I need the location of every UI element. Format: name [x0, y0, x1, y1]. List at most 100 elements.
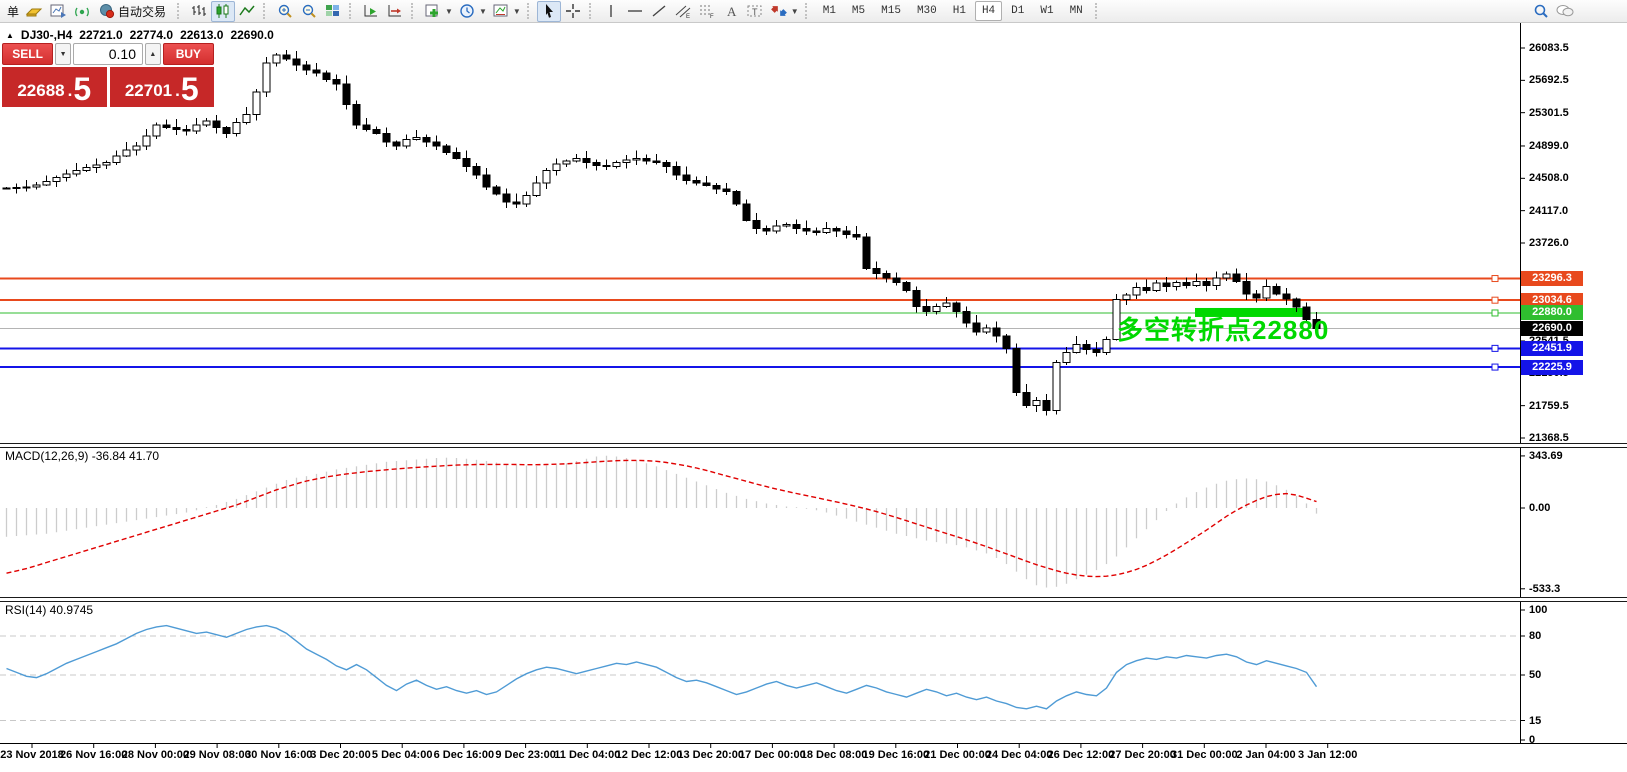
chart-ohlc-header: ▲ DJ30-,H4 22721.0 22774.0 22613.0 22690…	[6, 28, 274, 42]
sell-button[interactable]: SELL	[2, 43, 53, 65]
tab-w1[interactable]: W1	[1033, 1, 1060, 21]
vertical-line-icon[interactable]	[599, 1, 623, 22]
time-axis-label: 23 Nov 2018	[0, 749, 64, 761]
toolbar: 单 自动交易 ▼ ▼ ▼ E F A T ▼ M1 M5 M15 M30 H1 …	[0, 0, 1627, 23]
periods-icon[interactable]	[455, 1, 479, 22]
toolbar-grip	[527, 3, 534, 19]
time-axis-label: 24 Dec 04:00	[986, 749, 1053, 761]
svg-text:F: F	[710, 14, 714, 19]
price-axis-tick: 25301.5	[1529, 107, 1569, 119]
buy-price-sep: .	[175, 78, 180, 104]
time-axis-label: 11 Dec 04:00	[554, 749, 620, 761]
rsi-indicator-label: RSI(14) 40.9745	[5, 603, 93, 617]
price-axis-tick: 21759.5	[1529, 400, 1569, 412]
toolbar-grip	[411, 3, 418, 19]
chart-window[interactable]: ▲ DJ30-,H4 22721.0 22774.0 22613.0 22690…	[0, 23, 1627, 772]
chat-icon[interactable]	[1553, 1, 1577, 22]
buy-price-box[interactable]: 22701.5	[110, 67, 215, 107]
tab-h1[interactable]: H1	[946, 1, 973, 21]
one-click-trading-panel: SELL ▼ ▲ BUY 22688.5 22701.5	[2, 43, 214, 107]
fibonacci-icon[interactable]: F	[695, 1, 719, 22]
search-icon[interactable]	[1529, 1, 1553, 22]
chart-canvas[interactable]	[0, 23, 1627, 772]
svg-text:T: T	[752, 7, 758, 17]
tab-m30[interactable]: M30	[910, 1, 944, 21]
pivot-annotation-text[interactable]: 多空转折点22880	[1117, 310, 1329, 347]
bar-chart-icon[interactable]	[187, 1, 211, 22]
toolbar-grip	[177, 3, 184, 19]
buy-button[interactable]: BUY	[163, 43, 214, 65]
rsi-axis-tick: 15	[1529, 715, 1541, 727]
chart-shift-icon[interactable]	[383, 1, 407, 22]
price-axis-tick: 24899.0	[1529, 140, 1569, 152]
collapse-panel-icon[interactable]: ▲	[6, 31, 14, 40]
line-chart-icon[interactable]	[235, 1, 259, 22]
chevron-down-icon[interactable]: ▼	[513, 7, 521, 16]
time-axis-label: 27 Dec 20:00	[1109, 749, 1176, 761]
symbol-period-label: DJ30-,H4	[21, 28, 72, 42]
price-axis-tick: 25692.5	[1529, 74, 1569, 86]
sell-price-box[interactable]: 22688.5	[2, 67, 107, 107]
horizontal-line-icon[interactable]	[623, 1, 647, 22]
time-axis-label: 5 Dec 04:00	[372, 749, 433, 761]
macd-axis-tick: 0.00	[1529, 502, 1550, 514]
time-axis-label: 30 Nov 16:00	[245, 749, 312, 761]
text-icon[interactable]: A	[719, 1, 743, 22]
price-badge: 22451.9	[1521, 341, 1583, 356]
time-axis-label: 28 Nov 00:00	[122, 749, 189, 761]
time-axis-label: 26 Dec 12:00	[1048, 749, 1115, 761]
new-order-gold-icon[interactable]	[22, 1, 46, 22]
crosshair-icon[interactable]	[561, 1, 585, 22]
chevron-down-icon[interactable]: ▼	[479, 7, 487, 16]
tile-windows-icon[interactable]	[321, 1, 345, 22]
tab-m5[interactable]: M5	[845, 1, 872, 21]
text-label-icon[interactable]: T	[743, 1, 767, 22]
rsi-pane-splitter[interactable]	[0, 597, 1627, 602]
chevron-down-icon[interactable]: ▼	[791, 7, 799, 16]
svg-text:E: E	[686, 14, 690, 19]
time-axis-label: 17 Dec 00:00	[739, 749, 806, 761]
price-axis-tick: 24117.0	[1529, 205, 1568, 217]
zoom-in-icon[interactable]	[273, 1, 297, 22]
time-axis-label: 3 Jan 12:00	[1298, 749, 1357, 761]
volume-input[interactable]	[73, 43, 143, 65]
time-axis-label: 9 Dec 23:00	[495, 749, 556, 761]
tab-h4[interactable]: H4	[975, 1, 1002, 21]
auto-scroll-icon[interactable]	[359, 1, 383, 22]
channel-icon[interactable]: E	[671, 1, 695, 22]
tab-m1[interactable]: M1	[816, 1, 843, 21]
indicators-icon[interactable]	[421, 1, 445, 22]
toolbar-grip	[805, 3, 812, 19]
volume-increase-button[interactable]: ▲	[145, 43, 161, 65]
candlestick-chart-icon[interactable]	[211, 1, 235, 22]
sell-price-sep: .	[68, 78, 73, 104]
autotrading-button[interactable]: 自动交易	[94, 1, 173, 22]
time-axis-label: 18 Dec 08:00	[801, 749, 868, 761]
tab-m15[interactable]: M15	[874, 1, 908, 21]
rsi-axis-tick: 100	[1529, 604, 1547, 616]
chevron-down-icon[interactable]: ▼	[445, 7, 453, 16]
trendline-icon[interactable]	[647, 1, 671, 22]
rsi-axis-tick: 0	[1529, 734, 1535, 746]
time-axis-label: 21 Dec 00:00	[924, 749, 991, 761]
volume-decrease-button[interactable]: ▼	[55, 43, 71, 65]
profile-chart-icon[interactable]	[46, 1, 70, 22]
svg-text:A: A	[727, 4, 737, 19]
zoom-out-icon[interactable]	[297, 1, 321, 22]
time-axis-label: 13 Dec 20:00	[677, 749, 744, 761]
signal-icon[interactable]	[70, 1, 94, 22]
toolbar-grip	[349, 3, 356, 19]
arrows-icon[interactable]	[767, 1, 791, 22]
macd-pane-splitter[interactable]	[0, 443, 1627, 448]
new-order-partial-label[interactable]: 单	[7, 3, 19, 20]
high-value: 22774.0	[130, 28, 173, 42]
tab-mn[interactable]: MN	[1063, 1, 1090, 21]
templates-icon[interactable]	[489, 1, 513, 22]
macd-indicator-label: MACD(12,26,9) -36.84 41.70	[5, 449, 159, 463]
macd-axis-tick: 343.69	[1529, 450, 1563, 462]
tab-d1[interactable]: D1	[1004, 1, 1031, 21]
cursor-icon[interactable]	[537, 1, 561, 22]
rsi-axis-tick: 80	[1529, 630, 1541, 642]
autotrading-label: 自动交易	[118, 3, 166, 20]
toolbar-grip	[1095, 3, 1102, 19]
